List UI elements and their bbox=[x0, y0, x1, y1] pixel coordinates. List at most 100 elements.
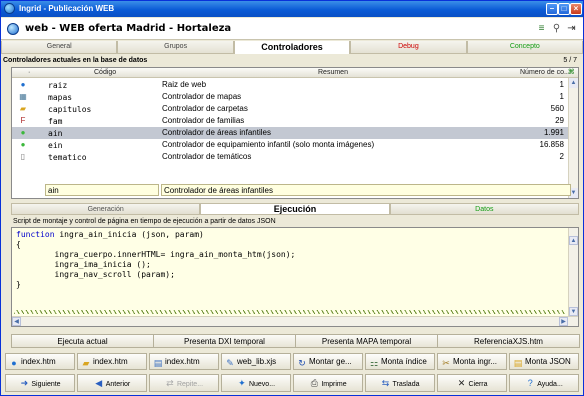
file-button[interactable]: ⚏ Monta índice bbox=[365, 353, 435, 370]
selected-code-field[interactable]: ain bbox=[45, 184, 159, 196]
hatch-separator bbox=[14, 310, 566, 314]
tab-grupos[interactable]: Grupos bbox=[117, 41, 234, 54]
tab-datos[interactable]: Datos bbox=[389, 203, 579, 215]
row-number: 16.858 bbox=[539, 140, 564, 149]
code-line: ingra_ima_inicia (); bbox=[16, 260, 295, 270]
refresh-icon: ↻ bbox=[298, 358, 306, 368]
title-bar[interactable]: Ingrid - Publicación WEB – □ × bbox=[1, 1, 583, 17]
row-number: 2 bbox=[559, 152, 564, 161]
app-globe-icon bbox=[4, 3, 15, 14]
tab-generacion[interactable]: Generación bbox=[11, 203, 201, 215]
file-button-label: Monta ingr... bbox=[453, 357, 498, 366]
table-row[interactable]: ▯ tematico Controlador de temáticos 2 bbox=[12, 151, 568, 163]
arrow-left-icon: ◀ bbox=[95, 378, 103, 388]
script-code[interactable]: function ingra_ain_inicia (json, param){… bbox=[16, 230, 295, 290]
stack-icon[interactable]: ≡ bbox=[535, 23, 548, 35]
globe-icon: ● bbox=[20, 80, 26, 89]
nav-button-cierra[interactable]: ✕ Cierra bbox=[437, 374, 507, 392]
main-tabs: General Grupos Controladores Debug Conce… bbox=[1, 41, 584, 54]
edit-icon: ✎ bbox=[226, 358, 234, 368]
row-summary: Controlador de carpetas bbox=[162, 104, 248, 113]
new-icon: ✦ bbox=[238, 378, 246, 388]
page-icon: ▯ bbox=[20, 152, 26, 161]
record-count: 5 / 7 bbox=[563, 57, 577, 64]
scroll-down-arrow-icon[interactable]: ▼ bbox=[569, 307, 578, 316]
table-row[interactable]: ● ein Controlador de equipamiento infantil… bbox=[12, 139, 568, 151]
nav-button-siguiente[interactable]: ➜ Siguiente bbox=[5, 374, 75, 392]
app-window: Ingrid - Publicación WEB – □ × web - WEB… bbox=[0, 0, 584, 396]
printer-icon: ⎙ bbox=[310, 378, 318, 388]
tab-concepto[interactable]: Concepto bbox=[466, 41, 584, 54]
scroll-left-arrow-icon[interactable]: ◀ bbox=[12, 317, 21, 326]
code-text: ingra_ima_inicia (); bbox=[16, 260, 151, 269]
export-icon[interactable]: ⌘ bbox=[568, 68, 575, 78]
scroll-right-arrow-icon[interactable]: ▶ bbox=[559, 317, 568, 326]
column-header-code[interactable]: Código bbox=[94, 68, 116, 78]
selected-summary-field[interactable]: Controlador de áreas infantiles bbox=[161, 184, 571, 196]
tab-debug[interactable]: Debug bbox=[350, 41, 467, 54]
nav-button-nuevo[interactable]: ✦ Nuevo... bbox=[221, 374, 291, 392]
binoculars-icon[interactable]: ⚲ bbox=[550, 23, 563, 35]
table-row[interactable]: ▦ mapas Controlador de mapas 1 bbox=[12, 91, 568, 103]
page-title: web - WEB oferta Madrid - Hortaleza bbox=[25, 23, 232, 34]
close-window-button[interactable]: × bbox=[570, 3, 582, 15]
file-button[interactable]: ● index.htm bbox=[5, 353, 75, 370]
nav-button-label: Imprime bbox=[321, 381, 347, 388]
tab-controladores[interactable]: Controladores bbox=[233, 41, 351, 54]
file-button[interactable]: ▤ index.htm bbox=[149, 353, 219, 370]
file-button[interactable]: ▤ Monta JSON bbox=[509, 353, 579, 370]
nav-button-label: Repite... bbox=[176, 381, 204, 388]
present-mapa-button[interactable]: Presenta MAPA temporal bbox=[295, 334, 438, 348]
nav-button-ayuda[interactable]: ? Ayuda... bbox=[509, 374, 579, 392]
maximize-button[interactable]: □ bbox=[558, 3, 570, 15]
repeat-icon: ⇄ bbox=[166, 378, 174, 388]
file-button[interactable]: ↻ Montar ge... bbox=[293, 353, 363, 370]
table-row[interactable]: ▰ capitulos Controlador de carpetas 560 bbox=[12, 103, 568, 115]
minimize-button[interactable]: – bbox=[546, 3, 558, 15]
nav-button-anterior[interactable]: ◀ Anterior bbox=[77, 374, 147, 392]
reference-xjs-button[interactable]: ReferenciaXJS.htm bbox=[437, 334, 580, 348]
table-scrollbar[interactable]: ▲ ▼ bbox=[568, 78, 578, 198]
run-current-button[interactable]: Ejecuta actual bbox=[11, 334, 154, 348]
nav-button-traslada[interactable]: ⇆ Traslada bbox=[365, 374, 435, 392]
table-row[interactable]: Ffam Controlador de familias 29 bbox=[12, 115, 568, 127]
nav-button-repite[interactable]: ⇄ Repite... bbox=[149, 374, 219, 392]
folder-icon: ▰ bbox=[19, 104, 27, 113]
action-buttons: Ejecuta actual Presenta DXI temporal Pre… bbox=[11, 334, 580, 348]
row-code: fam bbox=[48, 117, 63, 126]
table-row[interactable]: ● raiz Raiz de web 1 bbox=[12, 79, 568, 91]
green-dot-icon: ● bbox=[20, 140, 26, 149]
nav-button-label: Siguiente bbox=[31, 381, 61, 388]
file-button-label: web_lib.xjs bbox=[237, 357, 277, 366]
code-line: ingra_nav_scroll (param); bbox=[16, 270, 295, 280]
column-header-summary[interactable]: Resumen bbox=[318, 68, 348, 78]
nav-button-imprime[interactable]: ⎙ Imprime bbox=[293, 374, 363, 392]
file-button[interactable]: ▰ index.htm bbox=[77, 353, 147, 370]
tab-general[interactable]: General bbox=[1, 41, 118, 54]
present-dxi-button[interactable]: Presenta DXI temporal bbox=[153, 334, 296, 348]
scroll-up-arrow-icon[interactable]: ▲ bbox=[569, 236, 578, 245]
file-button-label: Monta índice bbox=[381, 357, 427, 366]
file-button[interactable]: ✎ web_lib.xjs bbox=[221, 353, 291, 370]
section-label: Controladores actuales en la base de dat… bbox=[3, 57, 148, 64]
file-toolbar: ● index.htm ▰ index.htm ▤ index.htm ✎ web_lib.x… bbox=[5, 353, 581, 370]
editor-vertical-scrollbar[interactable]: ▲ ▼ bbox=[568, 228, 578, 316]
table-body: ● raiz Raiz de web 1 ▦ mapas Controlador de ma… bbox=[12, 79, 568, 163]
tab-ejecucion[interactable]: Ejecución bbox=[200, 203, 390, 215]
row-code: ein bbox=[48, 141, 63, 150]
column-header-number[interactable]: Número de co... bbox=[520, 68, 570, 78]
code-line: ingra_cuerpo.innerHTML= ingra_ain_monta_… bbox=[16, 250, 296, 260]
table-header: · Código Resumen Número de co... ⌘ bbox=[12, 68, 578, 78]
exit-icon[interactable]: ⇥ bbox=[565, 23, 578, 35]
column-header-icon[interactable]: · bbox=[28, 68, 30, 78]
row-summary: Controlador de mapas bbox=[162, 92, 242, 101]
code-keyword: function bbox=[16, 230, 55, 239]
script-label: Script de montaje y control de página en… bbox=[13, 218, 276, 225]
scroll-up-arrow-icon[interactable]: ▲ bbox=[569, 78, 578, 88]
table-row[interactable]: ● ain Controlador de áreas infantiles 1.991 bbox=[12, 127, 568, 139]
file-button[interactable]: ✂ Monta ingr... bbox=[437, 353, 507, 370]
script-editor[interactable]: function ingra_ain_inicia (json, param){… bbox=[11, 227, 579, 327]
folder-icon: ▰ bbox=[82, 358, 90, 368]
editor-horizontal-scrollbar[interactable]: ◀ ▶ bbox=[12, 316, 578, 326]
code-text: ingra_cuerpo.innerHTML= ingra_ain_monta_… bbox=[16, 250, 296, 259]
